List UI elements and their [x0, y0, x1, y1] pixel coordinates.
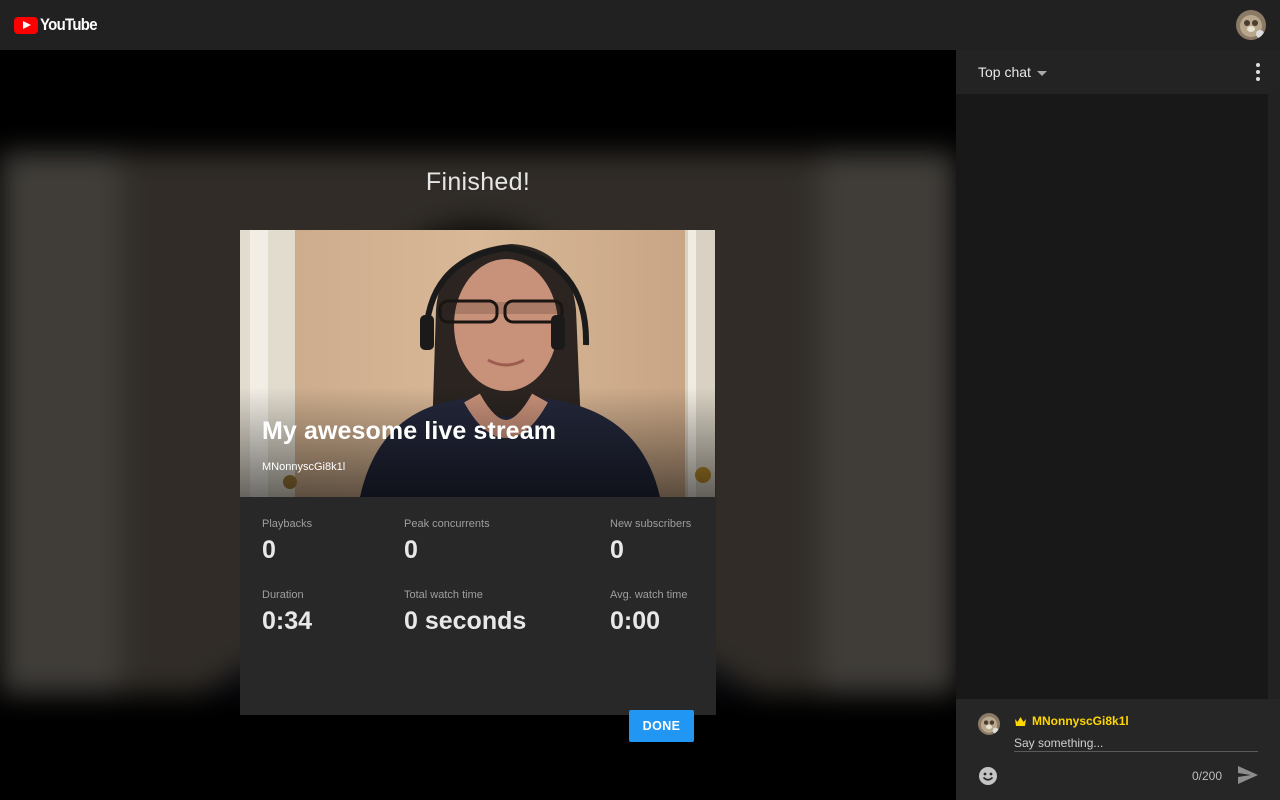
- stat-label: Peak concurrents: [404, 518, 490, 530]
- youtube-play-icon: [14, 16, 38, 34]
- chat-author: MNonnyscGi8k1l: [1014, 714, 1129, 728]
- stat-value: 0 seconds: [404, 607, 527, 635]
- stat-value: 0:34: [262, 607, 313, 635]
- char-counter: 0/200: [1191, 769, 1222, 783]
- chevron-down-icon: [1036, 70, 1047, 76]
- account-avatar[interactable]: [1236, 10, 1266, 40]
- user-avatar-icon: [1236, 10, 1266, 40]
- stat-value: 0: [262, 536, 276, 564]
- stat-label: Avg. watch time: [610, 589, 688, 601]
- send-icon[interactable]: [1237, 765, 1259, 785]
- top-bar: YouTube: [0, 0, 1280, 50]
- stat-label: Duration: [262, 589, 304, 601]
- stat-duration: Duration 0:34: [262, 589, 312, 636]
- stat-value: 0:00: [610, 607, 661, 635]
- stat-label: New subscribers: [610, 518, 692, 530]
- chat-author-name: MNonnyscGi8k1l: [1032, 714, 1129, 728]
- stat-label: Total watch time: [404, 589, 483, 601]
- stat-value: 0: [404, 536, 418, 564]
- chat-input-area: MNonnyscGi8k1l 0/200: [956, 699, 1280, 800]
- chat-mode-dropdown[interactable]: Top chat: [978, 64, 1047, 80]
- stat-label: Playbacks: [262, 518, 313, 530]
- stat-peak-concurrents: Peak concurrents 0: [404, 518, 490, 565]
- chat-scrollbar[interactable]: [1268, 94, 1280, 699]
- stream-title: My awesome live stream: [262, 417, 557, 445]
- done-button[interactable]: DONE: [629, 710, 694, 742]
- chat-user-avatar: [978, 713, 1000, 735]
- youtube-logo[interactable]: YouTube: [14, 15, 105, 35]
- stream-summary-card: My awesome live stream MNonnyscGi8k1l Pl…: [240, 230, 716, 742]
- more-options-icon[interactable]: [1248, 60, 1268, 84]
- user-avatar-icon: [978, 713, 1000, 735]
- live-chat-panel: Top chat MNonnyscGi8k1l Say something...…: [956, 50, 1280, 800]
- channel-name: MNonnyscGi8k1l: [262, 461, 346, 473]
- crown-icon: [1015, 716, 1026, 726]
- emoji-icon[interactable]: [978, 766, 998, 786]
- stat-value: 0: [610, 536, 624, 564]
- chat-message-input[interactable]: [1014, 734, 1258, 752]
- chat-messages-area: [956, 94, 1268, 699]
- logo-text: YouTube: [40, 15, 98, 34]
- chat-mode-label: Top chat: [978, 64, 1031, 80]
- stat-playbacks: Playbacks 0: [262, 518, 312, 565]
- stat-new-subscribers: New subscribers 0: [610, 518, 691, 565]
- stream-thumbnail: My awesome live stream MNonnyscGi8k1l: [240, 230, 715, 497]
- stat-total-watch-time: Total watch time 0 seconds: [404, 589, 526, 636]
- stream-stage: Finished! My awesome live stream MNonnys…: [0, 50, 956, 800]
- finished-title: Finished!: [425, 168, 531, 196]
- chat-header: Top chat: [956, 50, 1280, 94]
- stat-avg-watch-time: Avg. watch time 0:00: [610, 589, 687, 636]
